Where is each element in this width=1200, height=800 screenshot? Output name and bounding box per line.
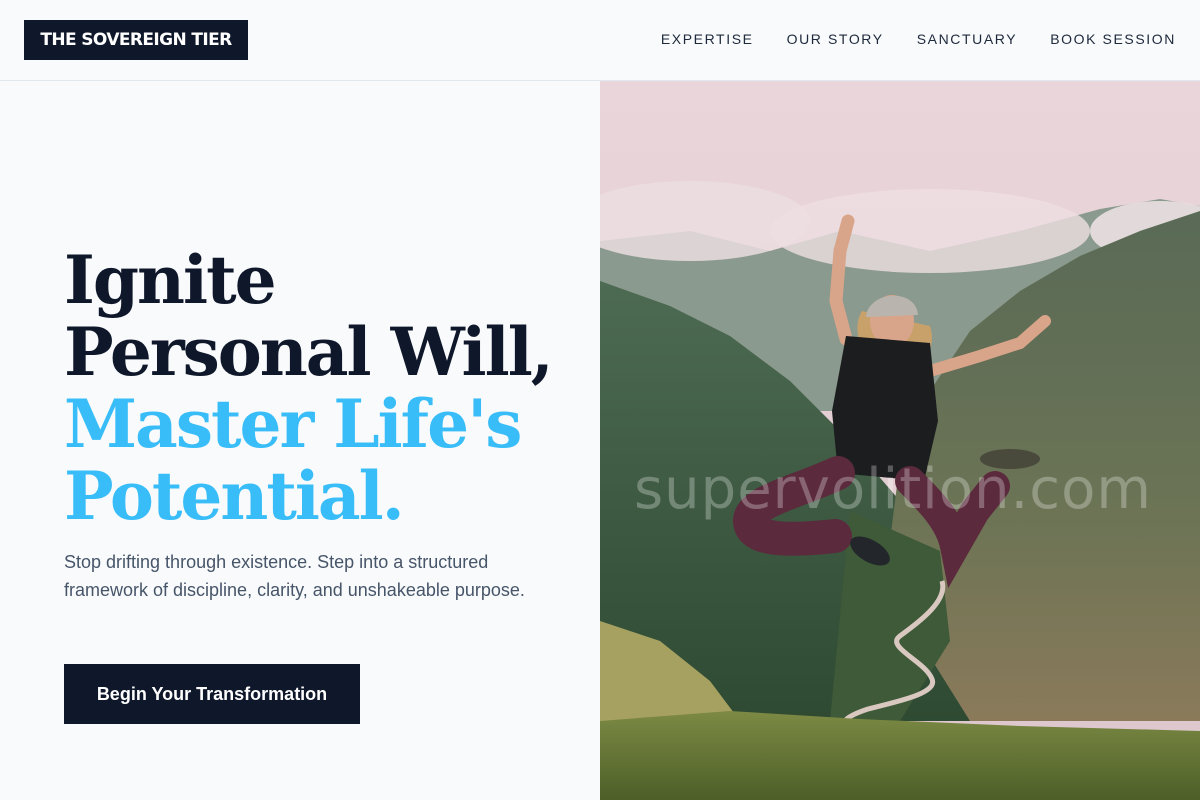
headline-line-2: Personal Will, [64, 313, 554, 391]
nav-link-book-session[interactable]: BOOK SESSION [1050, 30, 1176, 48]
site-header: THE SOVEREIGN TIER EXPERTISE OUR STORY S… [0, 0, 1200, 81]
hero-image: supervolition.com [600, 81, 1200, 800]
image-watermark: supervolition.com [634, 457, 1152, 522]
mountain-jump-photo [600, 81, 1200, 800]
hero-subtext: Stop drifting through existence. Step in… [64, 552, 525, 600]
main-nav: EXPERTISE OUR STORY SANCTUARY BOOK SESSI… [661, 30, 1176, 48]
brand-logo[interactable]: THE SOVEREIGN TIER [24, 20, 248, 60]
nav-link-our-story[interactable]: OUR STORY [787, 30, 884, 48]
nav-link-sanctuary[interactable]: SANCTUARY [917, 30, 1018, 48]
hero-text-panel: Ignite Personal Will, Master Life's Pote… [0, 81, 600, 800]
hero-headline: Ignite Personal Will, Master Life's Pote… [64, 244, 584, 532]
nav-link-expertise[interactable]: EXPERTISE [661, 30, 754, 48]
begin-transformation-button[interactable]: Begin Your Transformation [64, 664, 360, 724]
headline-accent-line-1: Master Life's [64, 385, 522, 463]
headline-accent-line-2: Potential. [64, 457, 405, 535]
headline-line-1: Ignite [64, 241, 277, 319]
